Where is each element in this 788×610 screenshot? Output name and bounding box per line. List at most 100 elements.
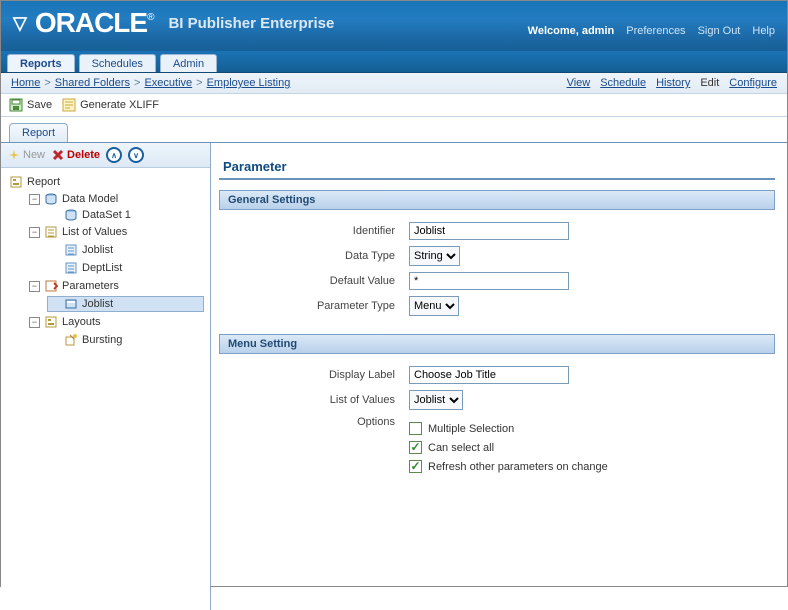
action-schedule[interactable]: Schedule [600, 77, 646, 89]
tree-lov-deptlist[interactable]: DeptList [47, 260, 204, 276]
tree-list-of-values[interactable]: − List of Values [27, 224, 204, 240]
new-button[interactable]: New [7, 148, 45, 162]
section-general-settings: General Settings [219, 190, 775, 210]
bursting-icon [64, 333, 78, 347]
tree-root-report[interactable]: Report [7, 174, 204, 190]
tree-parameters[interactable]: − Parameters [27, 278, 204, 294]
checkbox-checked-icon[interactable] [409, 460, 422, 473]
tree-param-joblist[interactable]: Joblist [47, 296, 204, 312]
link-help[interactable]: Help [752, 25, 775, 37]
tab-schedules[interactable]: Schedules [79, 54, 156, 72]
list-icon [64, 243, 78, 257]
save-label: Save [27, 99, 52, 111]
collapse-icon[interactable]: − [29, 281, 40, 292]
editor-toolbar: Save Generate XLIFF [1, 94, 787, 117]
select-list-of-values[interactable]: Joblist [409, 390, 463, 410]
label-data-type: Data Type [219, 250, 409, 262]
option-multiple-selection[interactable]: Multiple Selection [409, 422, 775, 435]
label-default-value: Default Value [219, 275, 409, 287]
breadcrumb-bar: Home> Shared Folders> Executive> Employe… [1, 73, 787, 94]
tab-reports[interactable]: Reports [7, 54, 75, 72]
subtab-report[interactable]: Report [9, 123, 68, 142]
input-default-value[interactable] [409, 272, 569, 290]
tree-bursting[interactable]: Bursting [47, 332, 204, 348]
brand-suffix: BI Publisher Enterprise [168, 15, 334, 32]
brand-block: ▽ ORACLE® BI Publisher Enterprise [13, 7, 334, 39]
list-icon [64, 261, 78, 275]
generate-xliff-button[interactable]: Generate XLIFF [62, 98, 159, 112]
collapse-icon[interactable]: − [29, 194, 40, 205]
crumb-employee-listing[interactable]: Employee Listing [207, 77, 291, 89]
report-icon [9, 175, 23, 189]
delete-label: Delete [67, 149, 100, 161]
tree-layouts-label: Layouts [62, 316, 101, 328]
select-data-type[interactable]: String [409, 246, 460, 266]
generate-xliff-label: Generate XLIFF [80, 99, 159, 111]
structure-toolbar: New Delete ∧ ∨ [1, 143, 210, 168]
action-edit: Edit [700, 77, 719, 89]
tree-lov-joblist[interactable]: Joblist [47, 242, 204, 258]
parameters-icon [44, 279, 58, 293]
crumb-shared-folders[interactable]: Shared Folders [55, 77, 130, 89]
workarea: New Delete ∧ ∨ Report [1, 143, 787, 610]
welcome-text: Welcome, admin [528, 25, 615, 37]
app-header: ▽ ORACLE® BI Publisher Enterprise Welcom… [1, 1, 787, 51]
checkbox-icon[interactable] [409, 422, 422, 435]
page-actions: View Schedule History Edit Configure [561, 77, 777, 89]
tab-admin[interactable]: Admin [160, 54, 217, 72]
delete-button[interactable]: Delete [51, 148, 100, 162]
option-refresh-on-change[interactable]: Refresh other parameters on change [409, 460, 775, 473]
tree-lov-label: List of Values [62, 226, 127, 238]
data-model-icon [44, 193, 58, 205]
save-icon [9, 98, 23, 112]
option-can-select-all[interactable]: Can select all [409, 441, 775, 454]
action-configure[interactable]: Configure [729, 77, 777, 89]
menu-setting-form: Display Label List of Values Joblist Opt… [219, 366, 775, 479]
report-subtab-bar: Report [1, 117, 787, 143]
input-identifier[interactable] [409, 222, 569, 240]
breadcrumb: Home> Shared Folders> Executive> Employe… [11, 77, 290, 89]
tree-data-model-label: Data Model [62, 193, 118, 205]
link-signout[interactable]: Sign Out [698, 25, 741, 37]
crumb-home[interactable]: Home [11, 77, 40, 89]
save-button[interactable]: Save [9, 98, 52, 112]
xliff-icon [62, 98, 76, 112]
x-delete-icon [51, 148, 65, 162]
tree-param-joblist-label: Joblist [82, 298, 113, 310]
tree-layouts[interactable]: − Layouts [27, 314, 204, 330]
detail-panel: Parameter General Settings Identifier Da… [211, 143, 787, 610]
brand-word: ORACLE® [35, 7, 155, 39]
parameter-icon [64, 297, 78, 311]
layouts-icon [44, 315, 58, 329]
header-right: Welcome, admin Preferences Sign Out Help [528, 25, 775, 39]
label-identifier: Identifier [219, 225, 409, 237]
option-all-label: Can select all [428, 442, 494, 454]
tree-data-model[interactable]: − Data Model [27, 192, 204, 206]
new-label: New [23, 149, 45, 161]
tree-parameters-label: Parameters [62, 280, 119, 292]
tree-lov-joblist-label: Joblist [82, 244, 113, 256]
action-view[interactable]: View [567, 77, 591, 89]
action-history[interactable]: History [656, 77, 690, 89]
checkbox-checked-icon[interactable] [409, 441, 422, 454]
tree-lov-deptlist-label: DeptList [82, 262, 122, 274]
sparkle-plus-icon [7, 148, 21, 162]
move-down-button[interactable]: ∨ [128, 147, 144, 163]
crumb-executive[interactable]: Executive [144, 77, 192, 89]
link-preferences[interactable]: Preferences [626, 25, 685, 37]
label-options: Options [219, 416, 409, 428]
lov-icon [44, 225, 58, 239]
collapse-icon[interactable]: − [29, 227, 40, 238]
report-tree: Report − Data Model [1, 168, 210, 360]
tree-bursting-label: Bursting [82, 334, 122, 346]
option-refresh-label: Refresh other parameters on change [428, 461, 608, 473]
primary-tabbar: Reports Schedules Admin [1, 51, 787, 73]
label-parameter-type: Parameter Type [219, 300, 409, 312]
label-display-label: Display Label [219, 369, 409, 381]
input-display-label[interactable] [409, 366, 569, 384]
select-parameter-type[interactable]: Menu [409, 296, 459, 316]
page-title: Parameter [219, 157, 775, 180]
tree-dataset-1[interactable]: DataSet 1 [47, 208, 204, 222]
collapse-icon[interactable]: − [29, 317, 40, 328]
move-up-button[interactable]: ∧ [106, 147, 122, 163]
